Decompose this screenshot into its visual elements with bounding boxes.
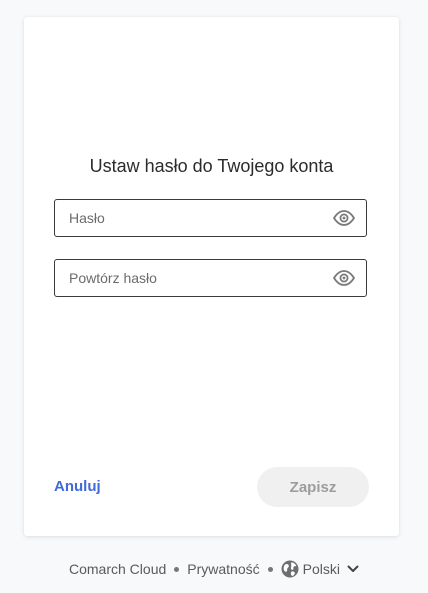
repeat-password-input[interactable] <box>55 260 339 296</box>
separator-dot <box>267 566 273 572</box>
password-input[interactable] <box>55 200 339 236</box>
repeat-password-field[interactable] <box>54 259 367 297</box>
set-password-card: Ustaw hasło do Twojego konta Anuluj Zapi… <box>24 17 399 536</box>
separator-dot <box>174 566 180 572</box>
language-selector[interactable]: Polski <box>281 560 359 578</box>
globe-icon <box>281 560 299 578</box>
eye-icon[interactable] <box>333 210 355 226</box>
footer: Comarch Cloud Prywatność Polski <box>0 557 428 581</box>
save-button[interactable]: Zapisz <box>257 467 369 507</box>
privacy-link[interactable]: Prywatność <box>187 561 259 577</box>
cancel-button[interactable]: Anuluj <box>54 478 101 495</box>
page-title: Ustaw hasło do Twojego konta <box>89 156 334 176</box>
comarch-cloud-link[interactable]: Comarch Cloud <box>69 561 166 577</box>
chevron-down-icon <box>347 565 359 572</box>
password-field[interactable] <box>54 199 367 237</box>
language-label: Polski <box>302 561 340 577</box>
eye-icon[interactable] <box>333 270 355 286</box>
